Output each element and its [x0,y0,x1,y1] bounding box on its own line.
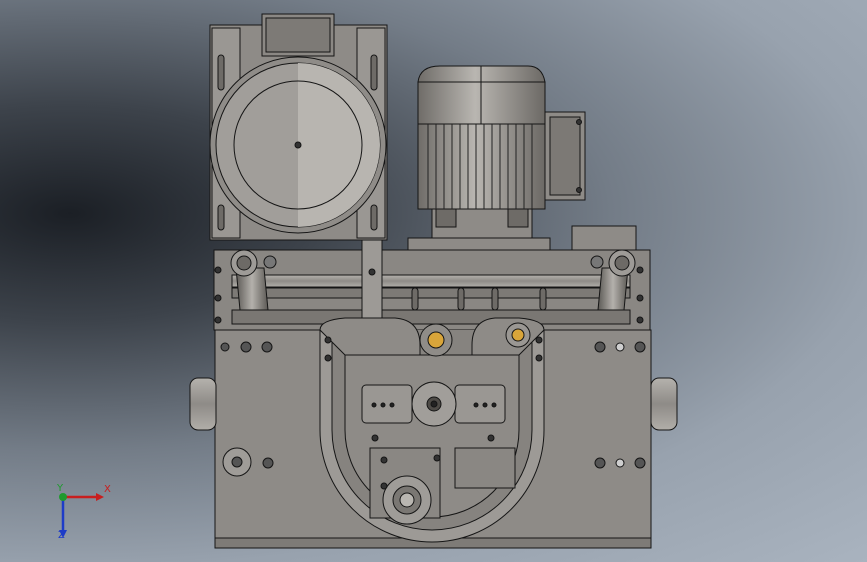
main-base-block [214,317,652,549]
machine-assembly-model [189,13,678,549]
triad-z-label: Z [58,530,65,541]
cad-viewport[interactable]: X Y Z [0,0,867,562]
right-side-cylinder [650,377,678,431]
gear-motor-disc [209,56,387,234]
orientation-triad: X Y Z [48,482,118,544]
triad-x-label: X [104,484,111,495]
triad-y-label: Y [57,483,64,494]
left-side-cylinder [189,377,217,431]
electric-motor [417,65,586,241]
terminal-box-top [261,13,335,57]
guide-rail-assembly [213,225,651,331]
